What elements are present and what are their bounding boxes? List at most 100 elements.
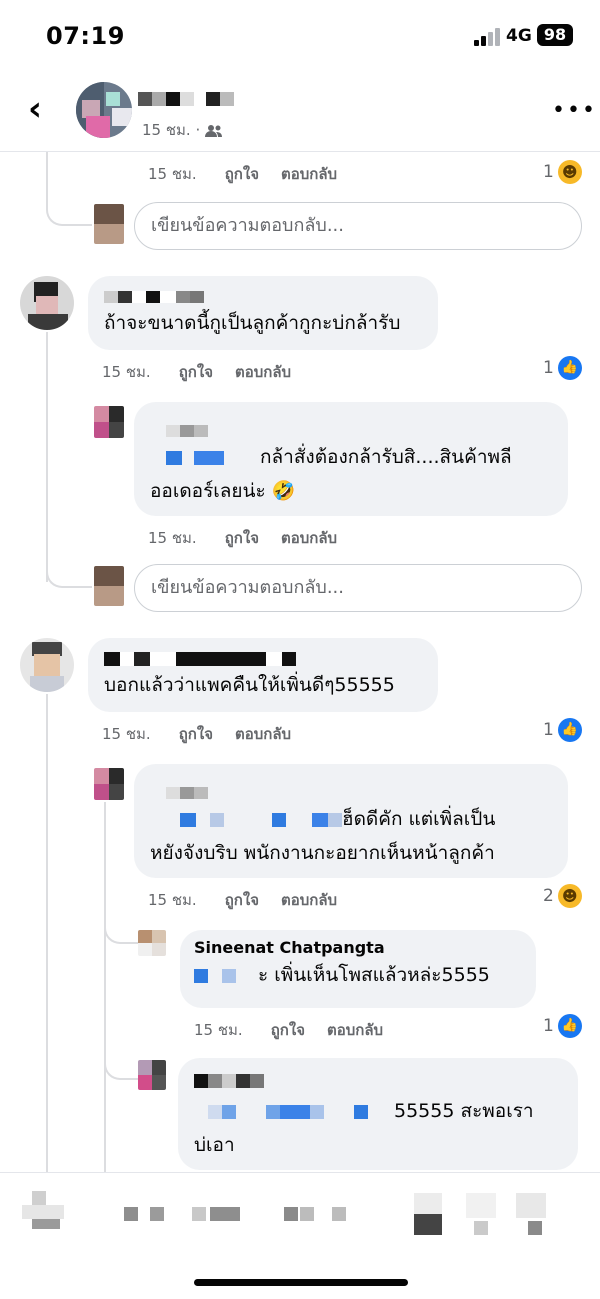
post-header: ‹ 15 ชม. · ••• [0, 72, 600, 152]
thread-line [46, 332, 48, 582]
author-name-obscured[interactable] [138, 88, 234, 106]
comment-bubble[interactable]: บอกแล้วว่าแพคคืนให้เพิ่นดีๆ55555 [88, 638, 438, 712]
battery-indicator: 98 [537, 24, 573, 46]
reply-text-line-1: ฮ็ดดีคัก แต่เพิ่ลเป็น [150, 802, 552, 836]
comment-bubble[interactable]: ถ้าจะขนาดนี้กูเป็นลูกค้ากูกะบ่กล้ารับ [88, 276, 438, 350]
thread-connector [104, 922, 138, 944]
reply-bubble[interactable]: กล้าสั่งต้องกล้ารับสิ....สินค้าพลี ออเดอ… [134, 402, 568, 516]
thread-connector [46, 744, 92, 784]
like-icon: 👍 [557, 1014, 582, 1038]
camera-icon[interactable] [22, 1191, 64, 1231]
replier-avatar[interactable] [138, 930, 166, 956]
reply-text: 55555 สะพอเรา [394, 1100, 534, 1122]
like-button[interactable]: ถูกใจ [179, 722, 213, 746]
reaction-summary[interactable]: 1 👍 [543, 1014, 582, 1038]
comment-time: 15 ชม. [102, 725, 151, 743]
chevron-left-icon[interactable]: ‹ [28, 92, 52, 126]
reply-text-line-2: ออเดอร์เลยน่ะ 🤣 [150, 480, 296, 502]
commenter-avatar[interactable] [20, 276, 74, 330]
friends-icon [205, 124, 223, 138]
comment-time: 15 ชม. [148, 891, 197, 909]
comment-text: บอกแล้วว่าแพคคืนให้เพิ่นดีๆ55555 [104, 674, 395, 696]
author-avatar[interactable] [76, 82, 132, 138]
reaction-summary[interactable]: 2 ☻ [543, 884, 582, 908]
reaction-count: 2 [543, 886, 554, 906]
reply-text-line-2: บ่เอา [194, 1134, 235, 1156]
replier-name[interactable]: Sineenat Chatpangta [194, 938, 522, 958]
reply-text: ะ เพิ่นเห็นโพสแล้วหล่ะ5555 [258, 964, 490, 986]
commenter-name-obscured[interactable] [104, 648, 422, 668]
comment-time: 15 ชม. [194, 1021, 243, 1039]
reaction-count: 1 [543, 162, 554, 182]
like-button[interactable]: ถูกใจ [179, 360, 213, 384]
reply-bubble[interactable]: ฮ็ดดีคัก แต่เพิ่ลเป็น หยังจังบริบ พนักงา… [134, 764, 568, 878]
comment-time: 15 ชม. [148, 165, 197, 183]
comment-actions: 15 ชม. ถูกใจ ตอบกลับ [148, 162, 359, 186]
ellipsis-icon[interactable]: ••• [552, 98, 597, 123]
comment-text: ถ้าจะขนาดนี้กูเป็นลูกค้ากูกะบ่กล้ารับ [104, 312, 401, 334]
reply-button[interactable]: ตอบกลับ [327, 1018, 383, 1042]
network-type: 4G [506, 26, 532, 46]
reply-bubble[interactable]: 55555 สะพอเรา บ่เอา [178, 1058, 578, 1170]
replier-avatar[interactable] [138, 1060, 166, 1090]
reaction-summary[interactable]: 1 ☻ [543, 160, 582, 184]
user-avatar [94, 566, 124, 606]
like-button[interactable]: ถูกใจ [271, 1018, 305, 1042]
reply-text-line-2: หยังจังบริบ พนักงานกะอยากเห็นหน้าลูกค้า [150, 842, 495, 864]
like-icon: 👍 [557, 718, 582, 742]
reply-text-line: ะ เพิ่นเห็นโพสแล้วหล่ะ5555 [194, 958, 522, 992]
thread-line [104, 802, 106, 1172]
reply-input[interactable]: เขียนข้อความตอบกลับ... [134, 564, 582, 612]
thread-connector [104, 1056, 138, 1080]
haha-icon: ☻ [557, 160, 582, 184]
comment-actions: 15 ชม. ถูกใจ ตอบกลับ [102, 722, 313, 746]
comment-time: 15 ชม. [102, 363, 151, 381]
like-button[interactable]: ถูกใจ [225, 526, 259, 550]
comment-actions: 15 ชม. ถูกใจ ตอบกลับ [102, 360, 313, 384]
like-button[interactable]: ถูกใจ [225, 162, 259, 186]
like-button[interactable]: ถูกใจ [225, 888, 259, 912]
sticker-icon[interactable] [516, 1193, 546, 1235]
comment-composer [0, 1172, 600, 1262]
post-meta: 15 ชม. · [142, 118, 223, 142]
attachment-icon[interactable] [414, 1193, 442, 1235]
replier-avatar[interactable] [94, 768, 124, 800]
comment-thread: 15 ชม. ถูกใจ ตอบกลับ 1 ☻ เขียนข้อความตอบกลั… [0, 152, 600, 1172]
reply-button[interactable]: ตอบกลับ [235, 722, 291, 746]
thread-connector [46, 192, 92, 226]
reply-input[interactable]: เขียนข้อความตอบกลับ... [134, 202, 582, 250]
reply-button[interactable]: ตอบกลับ [235, 360, 291, 384]
replier-name-obscured[interactable] [166, 782, 552, 802]
reply-text: กล้าสั่งต้องกล้ารับสิ....สินค้าพลี [260, 446, 512, 468]
reply-button[interactable]: ตอบกลับ [281, 162, 337, 186]
status-bar: 07:19 4G 98 [0, 0, 600, 72]
post-time: 15 ชม. · [142, 121, 201, 139]
reaction-count: 1 [543, 1016, 554, 1036]
home-indicator[interactable] [194, 1279, 408, 1286]
clock: 07:19 [46, 22, 125, 50]
replier-name-obscured[interactable] [194, 1070, 562, 1090]
comment-actions: 15 ชม. ถูกใจ ตอบกลับ [194, 1018, 405, 1042]
comment-actions: 15 ชม. ถูกใจ ตอบกลับ [148, 526, 359, 550]
reaction-count: 1 [543, 358, 554, 378]
reply-text: ฮ็ดดีคัก แต่เพิ่ลเป็น [342, 808, 496, 830]
comment-actions: 15 ชม. ถูกใจ ตอบกลับ [148, 888, 359, 912]
like-icon: 👍 [557, 356, 582, 380]
thread-connector [46, 552, 92, 588]
reply-bubble[interactable]: Sineenat Chatpangta ะ เพิ่นเห็นโพสแล้วหล… [180, 930, 536, 1008]
reply-text-line-1: กล้าสั่งต้องกล้ารับสิ....สินค้าพลี [150, 440, 552, 474]
reaction-count: 1 [543, 720, 554, 740]
cellular-signal-icon [474, 28, 502, 46]
reaction-summary[interactable]: 1 👍 [543, 356, 582, 380]
commenter-name-obscured[interactable] [104, 286, 422, 306]
reaction-summary[interactable]: 1 👍 [543, 718, 582, 742]
commenter-avatar[interactable] [20, 638, 74, 692]
replier-name-obscured[interactable] [166, 420, 552, 440]
reply-button[interactable]: ตอบกลับ [281, 888, 337, 912]
thread-connector [46, 382, 92, 422]
reply-text-line-1: 55555 สะพอเรา [194, 1094, 562, 1128]
reply-button[interactable]: ตอบกลับ [281, 526, 337, 550]
gif-icon[interactable] [466, 1193, 496, 1235]
comment-time: 15 ชม. [148, 529, 197, 547]
replier-avatar[interactable] [94, 406, 124, 438]
